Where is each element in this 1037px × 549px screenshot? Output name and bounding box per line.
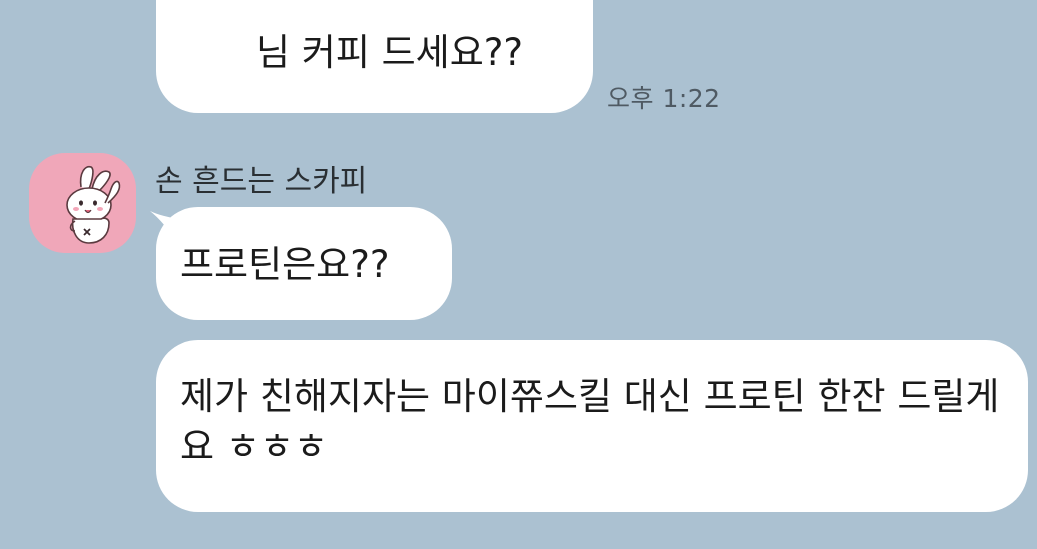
incoming-message-bubble[interactable]: 제가 친해지자는 마이쮸스킬 대신 프로틴 한잔 드릴게요 ㅎㅎㅎ: [156, 340, 1028, 512]
sender-name: 손 흔드는 스카피: [155, 164, 368, 199]
outgoing-message-text: 님 커피 드세요??: [256, 31, 524, 74]
message-timestamp: 오후 1:22: [607, 84, 721, 113]
chat-room[interactable]: { "chat": { "outgoing": { "text": "님 커피 …: [0, 0, 1037, 549]
outgoing-message-bubble[interactable]: 님 커피 드세요??: [156, 0, 593, 113]
sender-avatar[interactable]: [29, 153, 136, 253]
incoming-message-text: 제가 친해지자는 마이쮸스킬 대신 프로틴 한잔 드릴게요 ㅎㅎㅎ: [180, 375, 1000, 468]
scarpy-rabbit-avatar-icon: [66, 165, 121, 244]
incoming-message-bubble[interactable]: 프로틴은요??: [156, 207, 452, 320]
incoming-message-text: 프로틴은요??: [180, 243, 390, 286]
